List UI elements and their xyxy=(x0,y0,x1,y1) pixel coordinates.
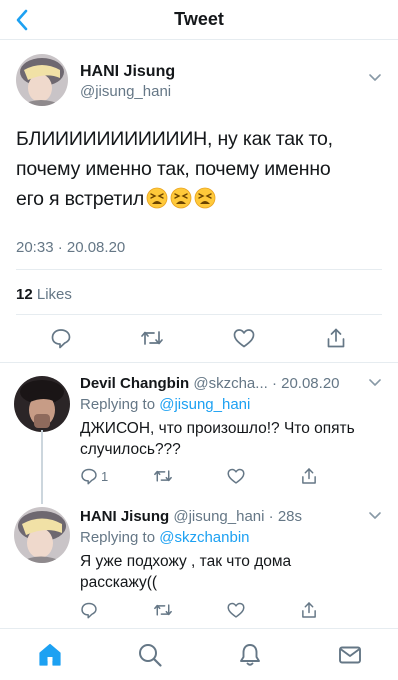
tweet-text-line: БЛИИИИИИИИИИИН, ну как так то, xyxy=(16,128,333,150)
reply-text-line: расскажу(( xyxy=(80,574,158,591)
tired-face-emoji xyxy=(170,187,192,209)
divider xyxy=(16,314,382,315)
reply-count: 1 xyxy=(101,468,109,484)
chevron-down-icon[interactable] xyxy=(368,511,382,521)
like-button[interactable] xyxy=(231,325,257,351)
share-button[interactable] xyxy=(323,325,349,351)
reply-button[interactable] xyxy=(80,599,98,621)
retweet-button[interactable] xyxy=(153,599,173,621)
author-handle[interactable]: @skzcha... xyxy=(193,375,267,392)
like-button[interactable] xyxy=(226,599,246,621)
retweet-button[interactable] xyxy=(153,465,173,487)
avatar[interactable] xyxy=(16,54,68,106)
author-handle[interactable]: @jisung_hani xyxy=(173,508,264,525)
retweet-button[interactable] xyxy=(139,325,165,351)
reply-text-line: ДЖИСОН, что произошло!? Что опять xyxy=(80,420,355,437)
reply-time: · 28s xyxy=(268,508,303,525)
tweet-actions xyxy=(0,325,398,355)
search-icon xyxy=(139,644,162,667)
reply-header: HANI Jisung @jisung_hani · 28s xyxy=(80,508,370,525)
like-button[interactable] xyxy=(226,465,246,487)
replying-to: Replying to @skzchanbin xyxy=(80,529,250,546)
retweet-icon xyxy=(154,470,172,482)
tweet-timestamp: 20:33 · 20.08.20 xyxy=(16,239,126,256)
avatar[interactable] xyxy=(14,507,70,563)
likes-count[interactable]: 12 Likes xyxy=(16,286,72,303)
tweet-text-line: почему именно так, почему именно xyxy=(16,158,331,180)
tired-face-emoji xyxy=(146,187,168,209)
tab-home[interactable] xyxy=(36,641,64,669)
reply-header: Devil Changbin @skzcha... · 20.08.20 xyxy=(80,375,370,392)
tweet-text-line: его я встретил xyxy=(16,184,386,214)
reply-button[interactable]: 1 xyxy=(80,465,108,487)
tab-bar xyxy=(0,628,398,680)
envelope-icon xyxy=(339,646,361,664)
thread-connector xyxy=(41,430,43,504)
tab-messages[interactable] xyxy=(336,641,364,669)
likes-label: Likes xyxy=(36,286,72,303)
reply-button[interactable] xyxy=(48,325,74,351)
chevron-down-icon[interactable] xyxy=(368,73,382,83)
replying-label: Replying to xyxy=(80,396,156,413)
share-icon xyxy=(302,468,316,484)
reply-text: Я уже подхожу , так что дома расскажу(( xyxy=(80,551,375,593)
chevron-down-icon[interactable] xyxy=(368,378,382,388)
divider xyxy=(16,269,382,270)
tweet-text-fragment: его я встретил xyxy=(16,188,145,210)
heart-icon xyxy=(227,602,245,618)
author-handle[interactable]: @jisung_hani xyxy=(80,83,171,100)
replying-label: Replying to xyxy=(80,529,156,546)
home-icon xyxy=(39,643,61,666)
heart-icon xyxy=(227,468,245,484)
share-icon xyxy=(327,328,345,348)
share-button[interactable] xyxy=(300,599,318,621)
heart-icon xyxy=(233,329,255,348)
navigation-bar: Tweet xyxy=(0,0,398,40)
tweet-text: БЛИИИИИИИИИИИН, ну как так то, почему им… xyxy=(16,124,386,214)
tired-face-emoji xyxy=(194,187,216,209)
retweet-icon xyxy=(154,604,172,616)
reply-actions xyxy=(80,599,340,621)
replying-to-link[interactable]: @skzchanbin xyxy=(159,529,249,546)
bell-icon xyxy=(240,644,260,666)
tab-search[interactable] xyxy=(136,641,164,669)
reply-actions: 1 xyxy=(80,465,340,487)
reply-text-line: случилось??? xyxy=(80,441,181,458)
reply-time: · 20.08.20 xyxy=(271,375,340,392)
reply-text: ДЖИСОН, что произошло!? Что опять случил… xyxy=(80,418,375,460)
likes-number: 12 xyxy=(16,286,33,303)
avatar[interactable] xyxy=(14,376,70,432)
reply-text-line: Я уже подхожу , так что дома xyxy=(80,553,292,570)
tab-notifications[interactable] xyxy=(236,641,264,669)
author-name[interactable]: Devil Changbin xyxy=(80,375,189,392)
speech-bubble-icon xyxy=(81,602,97,619)
author-name[interactable]: HANI Jisung xyxy=(80,63,175,81)
share-button[interactable] xyxy=(300,465,318,487)
page-title: Tweet xyxy=(174,9,224,29)
divider xyxy=(0,362,398,363)
author-name[interactable]: HANI Jisung xyxy=(80,508,169,525)
speech-bubble-icon xyxy=(81,468,97,485)
share-icon xyxy=(302,602,316,618)
replying-to: Replying to @jisung_hani xyxy=(80,396,250,413)
replying-to-link[interactable]: @jisung_hani xyxy=(159,396,250,413)
retweet-icon xyxy=(141,331,163,345)
speech-bubble-icon xyxy=(51,329,71,349)
